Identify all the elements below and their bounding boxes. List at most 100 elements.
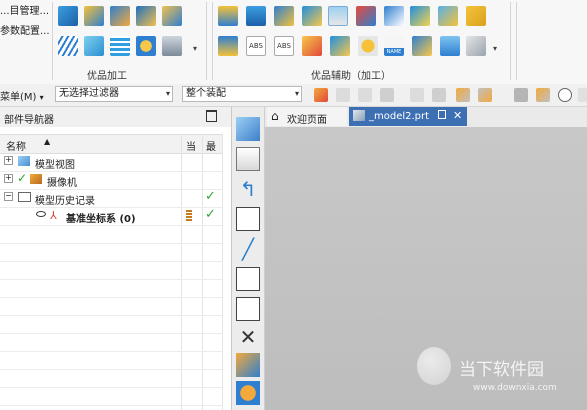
check-icon: ✓ (17, 171, 28, 185)
more-tools-icon[interactable]: ▾ (493, 44, 497, 53)
settings-icon[interactable] (236, 381, 260, 405)
visibility-eye-icon[interactable] (36, 211, 46, 217)
crosshair-icon[interactable] (558, 88, 572, 102)
collapse-icon[interactable]: − (4, 192, 13, 201)
assembly-scope-value: 整个装配 (186, 88, 226, 99)
column-header-current[interactable]: 当 (186, 138, 196, 153)
tree-row-empty (0, 243, 222, 262)
expand-icon[interactable]: + (4, 174, 13, 183)
hexagon-icon[interactable] (466, 36, 486, 56)
maximize-icon[interactable] (206, 110, 217, 122)
tree-row[interactable]: ⅄ 基准坐标系 (0) ✓ (0, 207, 222, 226)
folder-icon[interactable] (440, 36, 460, 56)
line-icon[interactable]: ╱ (236, 237, 260, 261)
tool-icon-4[interactable] (136, 6, 156, 26)
part-icon[interactable] (456, 88, 470, 102)
tool-icon-2[interactable] (84, 6, 104, 26)
tree-row-empty (0, 315, 222, 334)
tree-item-label: 模型历史记录 (35, 196, 95, 207)
cube-icon[interactable] (302, 6, 322, 26)
folder-icon (18, 192, 31, 202)
tree-item-label: 基准坐标系 (0) (66, 214, 136, 225)
ribbon-menu-item-params[interactable]: 参数配置... (0, 22, 50, 37)
hatch-icon[interactable] (58, 36, 78, 56)
assembly-navigator-icon[interactable] (236, 147, 260, 171)
ribbon: ...目管理... 参数配置... ▾ 优品加工 ABS ABS NAME ▾ … (0, 0, 587, 85)
close-tab-icon[interactable]: ✕ (453, 109, 462, 122)
snap-icon[interactable] (336, 88, 350, 102)
tree-row[interactable]: + ✓ 摄像机 (0, 171, 222, 190)
ribbon-divider (52, 2, 53, 80)
shade-icon[interactable] (514, 88, 528, 102)
tool-icon-13[interactable] (466, 6, 486, 26)
menu-button[interactable]: 菜单(M) ▾ (0, 88, 44, 103)
tab-welcome[interactable]: ⌂ 欢迎页面 (267, 107, 347, 126)
selection-filter-select[interactable]: 无选择过滤器 ▾ (55, 86, 173, 102)
arrow-tool-icon[interactable] (432, 88, 446, 102)
tab-model[interactable]: _model2.prt ✕ (349, 107, 467, 126)
tool-icon-15[interactable] (330, 36, 350, 56)
tool-icon-11[interactable] (410, 6, 430, 26)
column-divider (222, 134, 223, 410)
history-icon[interactable] (236, 297, 260, 321)
tool-icon-10[interactable] (384, 6, 404, 26)
popout-icon[interactable] (438, 110, 446, 119)
column-header-latest[interactable]: 最 (206, 138, 216, 153)
tool-icon-5[interactable] (162, 6, 182, 26)
layers-icon[interactable] (110, 36, 130, 56)
close-icon[interactable]: ✕ (236, 325, 260, 349)
filter-icon[interactable] (358, 88, 372, 102)
tool-icon-6[interactable] (218, 6, 238, 26)
printer-icon[interactable] (162, 36, 182, 56)
name-icon[interactable]: NAME (384, 36, 404, 56)
ribbon-menu-item-project[interactable]: ...目管理... (0, 2, 49, 17)
chevron-down-icon: ▾ (39, 93, 44, 102)
tool-icon-14[interactable] (218, 36, 238, 56)
tree-row-empty (0, 351, 222, 370)
tool-icon-7[interactable] (246, 6, 266, 26)
assembly-scope-select[interactable]: 整个装配 ▾ (182, 86, 302, 102)
abs-icon[interactable]: ABS (246, 36, 266, 56)
more-tools-icon[interactable]: ▾ (193, 44, 197, 53)
graphics-window[interactable]: 当下软件园 www.downxia.com (265, 127, 587, 410)
link-icon[interactable] (410, 88, 424, 102)
tool-icon-1[interactable] (58, 6, 78, 26)
expand-icon[interactable]: + (4, 156, 13, 165)
select-mode-icon[interactable] (380, 88, 394, 102)
reuse-library-icon[interactable] (236, 207, 260, 231)
home-icon: ⌂ (271, 109, 279, 123)
model-view-icon (18, 156, 30, 166)
select-tool-icon[interactable] (314, 88, 328, 102)
wave-icon[interactable] (84, 36, 104, 56)
datum-csys-icon: ⅄ (50, 209, 57, 222)
ribbon-divider (516, 2, 517, 80)
tree-row[interactable]: − 模型历史记录 ✓ (0, 189, 222, 208)
line-tool-icon[interactable] (578, 88, 587, 102)
tool-icon-3[interactable] (110, 6, 130, 26)
circle-icon[interactable] (358, 36, 378, 56)
check-icon: ✓ (205, 207, 216, 222)
constraint-icon[interactable]: ↰ (236, 177, 260, 201)
check-icon: ✓ (205, 189, 216, 204)
save-icon[interactable] (236, 267, 260, 291)
tool-icon-9[interactable] (356, 6, 376, 26)
abs-icon[interactable]: ABS (274, 36, 294, 56)
tree-row[interactable]: + 模型视图 (0, 153, 222, 172)
box-icon[interactable] (536, 88, 550, 102)
column-header-name[interactable]: 名称 (6, 138, 26, 153)
stack-icon[interactable] (236, 353, 260, 377)
ruler-icon[interactable] (328, 6, 348, 26)
delete-icon[interactable] (302, 36, 322, 56)
chevron-down-icon: ▾ (165, 89, 170, 98)
point-icon[interactable] (478, 88, 492, 102)
watermark-logo (417, 347, 451, 385)
sort-ascending-icon[interactable]: ▲ (44, 137, 50, 146)
document-tabs: ⌂ 欢迎页面 _model2.prt ✕ (265, 107, 587, 127)
tool-icon-12[interactable] (438, 6, 458, 26)
shape-icon[interactable] (136, 36, 156, 56)
brush-icon[interactable] (412, 36, 432, 56)
tool-icon-8[interactable] (274, 6, 294, 26)
part-navigator-tab-icon[interactable] (236, 117, 260, 141)
navigator-title-bar: 部件导航器 (0, 107, 231, 127)
ribbon-divider (212, 2, 213, 80)
